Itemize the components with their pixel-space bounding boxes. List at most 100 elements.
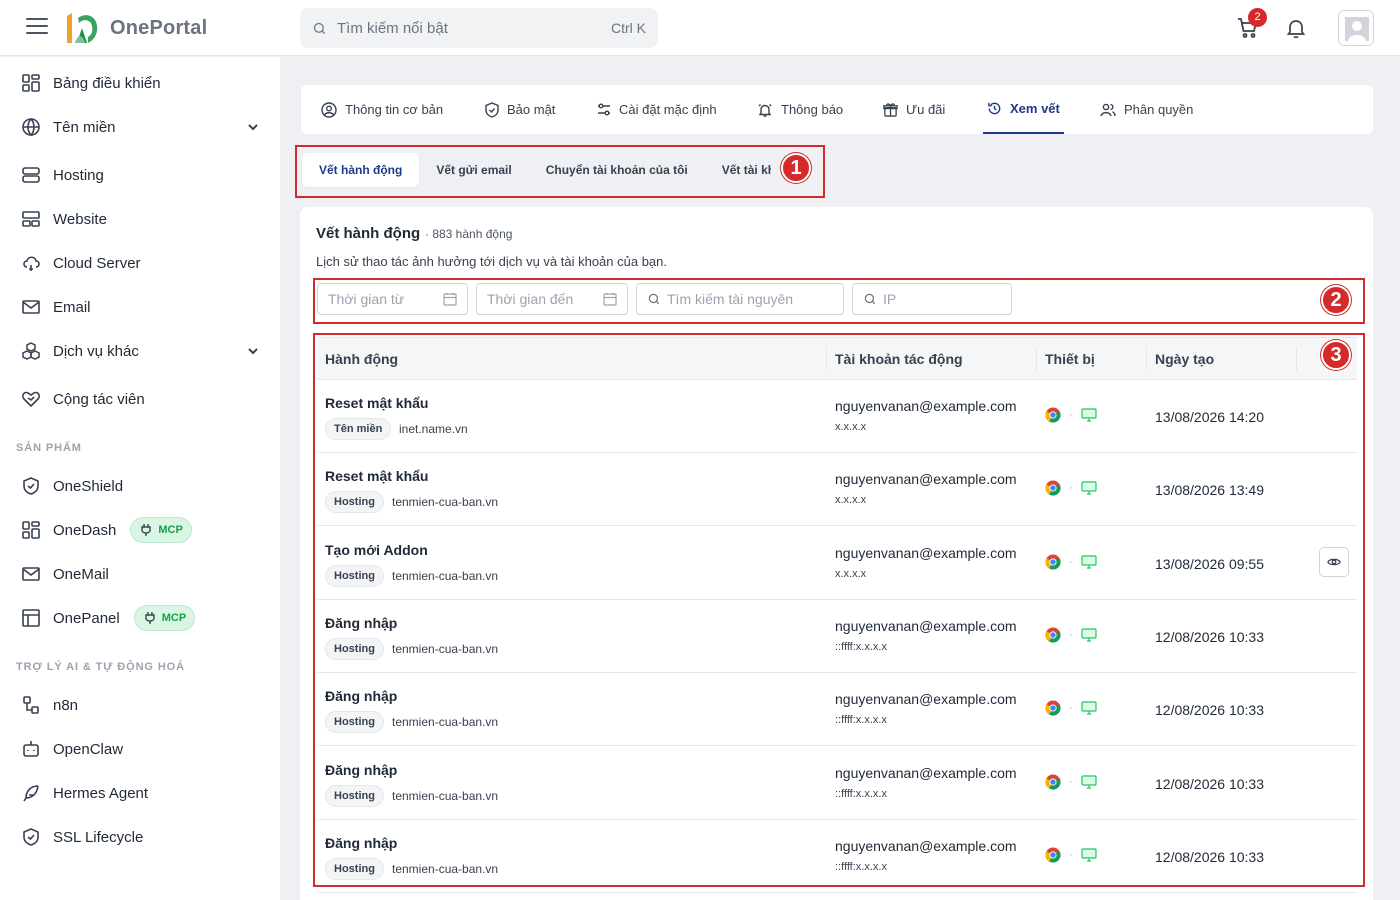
panel-title: Vết hành động <box>316 225 421 242</box>
sidebar-item-label: OneDash <box>53 521 117 539</box>
table-row[interactable]: Đăng nhập Hosting tenmien-cua-ban.vn ngu… <box>317 820 1357 893</box>
sidebar-item-hermes-agent[interactable]: Hermes Agent <box>0 773 280 813</box>
sidebar-item-label: OneMail <box>53 565 109 583</box>
settings-tabs: Thông tin cơ bản Bảo mật Cài đặt mặc địn… <box>301 85 1373 134</box>
resource-name[interactable]: tenmien-cua-ban.vn <box>392 715 498 729</box>
hamburger-menu-icon[interactable] <box>26 18 48 38</box>
resource-name[interactable]: tenmien-cua-ban.vn <box>392 495 498 509</box>
bell-icon <box>758 103 772 117</box>
table-row[interactable]: Tạo mới Addon Hosting tenmien-cua-ban.vn… <box>317 527 1357 600</box>
sidebar-item-label: Tên miền <box>53 118 116 136</box>
ip-address: ::ffff:x.x.x.x <box>835 640 887 653</box>
resource-name[interactable]: inet.name.vn <box>399 422 468 436</box>
resource-name[interactable]: tenmien-cua-ban.vn <box>392 569 498 583</box>
user-circle-icon <box>321 101 337 118</box>
created-date: 12/08/2026 10:33 <box>1155 628 1264 645</box>
created-date: 13/08/2026 14:20 <box>1155 409 1264 425</box>
chrome-icon <box>1045 847 1061 863</box>
chevron-down-icon <box>248 348 258 355</box>
search-icon <box>648 293 660 305</box>
resource-name[interactable]: tenmien-cua-ban.vn <box>392 642 498 656</box>
table-row[interactable]: Đăng nhập Hosting tenmien-cua-ban.vn ngu… <box>317 673 1357 747</box>
table-row[interactable]: Reset mật khẩu Tên miền inet.name.vn ngu… <box>317 380 1357 453</box>
globe-icon <box>20 116 42 138</box>
date-from-input[interactable] <box>328 291 443 307</box>
tab-offers[interactable]: Ưu đãi <box>883 85 945 134</box>
column-header-created-date: Ngày tạo <box>1146 347 1214 371</box>
desktop-icon <box>1081 481 1097 495</box>
view-detail-button[interactable] <box>1319 546 1349 577</box>
sidebar-item-onepanel[interactable]: OnePanel MCP <box>0 598 280 638</box>
cloud-icon <box>20 252 42 274</box>
sidebar-item-domains[interactable]: Tên miền <box>0 107 280 147</box>
action-title: Tạo mới Addon <box>325 541 428 558</box>
annotation-marker-1: 1 <box>781 153 811 183</box>
sidebar-item-openclaw[interactable]: OpenClaw <box>0 729 280 769</box>
device-info: · <box>1045 847 1097 863</box>
sidebar: Bảng điều khiển Tên miền Hosting Website… <box>0 57 280 900</box>
tab-label: Thông tin cơ bản <box>345 102 444 117</box>
chrome-icon <box>1045 554 1061 570</box>
sidebar-item-dashboard[interactable]: Bảng điều khiển <box>0 63 280 103</box>
table-row[interactable]: Đăng nhập Hosting tenmien-cua-ban.vn ngu… <box>317 600 1357 673</box>
resource-search-filter[interactable] <box>636 283 844 315</box>
sidebar-item-oneshield[interactable]: OneShield <box>0 466 280 506</box>
date-to-input[interactable] <box>487 291 603 307</box>
chrome-icon <box>1045 627 1061 643</box>
tab-audit-trail[interactable]: Xem vết <box>983 85 1064 134</box>
subtab-account-log[interactable]: Vết tài kho <box>705 153 771 187</box>
mcp-label: MCP <box>158 524 183 536</box>
logo[interactable]: OnePortal <box>64 10 207 46</box>
sidebar-item-affiliates[interactable]: Cộng tác viên <box>0 379 280 419</box>
global-search[interactable]: Ctrl K <box>300 8 658 48</box>
subtab-account-transfer[interactable]: Chuyển tài khoản của tôi <box>529 153 705 187</box>
chrome-icon <box>1045 480 1061 496</box>
subtab-email-log[interactable]: Vết gửi email <box>419 153 528 187</box>
sidebar-item-website[interactable]: Website <box>0 199 280 239</box>
resource-name[interactable]: tenmien-cua-ban.vn <box>392 862 498 876</box>
notification-bell-icon[interactable] <box>1284 16 1308 40</box>
subtab-action-log[interactable]: Vết hành động <box>302 153 420 187</box>
desktop-icon <box>1081 701 1097 715</box>
sidebar-item-hosting[interactable]: Hosting <box>0 155 280 195</box>
resource-name[interactable]: tenmien-cua-ban.vn <box>392 789 498 803</box>
sidebar-item-label: OpenClaw <box>53 740 124 758</box>
search-icon <box>313 22 325 34</box>
tab-notifications[interactable]: Thông báo <box>757 85 843 134</box>
annotation-marker-3: 3 <box>1321 340 1351 370</box>
tab-basic-info[interactable]: Thông tin cơ bản <box>321 85 443 134</box>
date-from-filter[interactable] <box>317 283 468 315</box>
date-to-filter[interactable] <box>476 283 628 315</box>
search-input[interactable] <box>337 19 611 37</box>
avatar[interactable] <box>1338 10 1374 46</box>
sidebar-item-other-services[interactable]: Dịch vụ khác <box>0 331 280 371</box>
logo-mark-icon <box>64 10 104 46</box>
mail-icon <box>20 296 42 318</box>
ip-filter[interactable] <box>852 283 1012 315</box>
sidebar-item-ssl-lifecycle[interactable]: SSL Lifecycle <box>0 817 280 857</box>
account-email: nguyenvanan@example.com <box>835 398 1017 414</box>
sidebar-item-cloud-server[interactable]: Cloud Server <box>0 243 280 283</box>
table-row[interactable]: Reset mật khẩu Hosting tenmien-cua-ban.v… <box>317 453 1357 527</box>
table-row[interactable]: Đăng nhập Hosting tenmien-cua-ban.vn ngu… <box>317 747 1357 820</box>
ip-address: x.x.x.x <box>835 421 867 433</box>
handshake-icon <box>20 388 42 410</box>
sidebar-item-onedash[interactable]: OneDash MCP <box>0 510 280 550</box>
created-date: 12/08/2026 10:33 <box>1155 702 1264 719</box>
account-email: nguyenvanan@example.com <box>835 471 1017 488</box>
tab-permissions[interactable]: Phân quyền <box>1100 85 1193 134</box>
sidebar-item-label: Hosting <box>53 166 104 184</box>
column-header-actions <box>1296 347 1305 371</box>
tab-security[interactable]: Bảo mật <box>485 85 555 134</box>
tab-label: Xem vết <box>1010 101 1060 116</box>
column-header-account: Tài khoản tác động <box>826 347 963 371</box>
sidebar-item-label: Hermes Agent <box>53 784 149 802</box>
sidebar-item-onemail[interactable]: OneMail <box>0 554 280 594</box>
ip-input[interactable] <box>883 291 1001 307</box>
sidebar-item-email[interactable]: Email <box>0 287 280 327</box>
device-info: · <box>1045 554 1097 570</box>
resource-search-input[interactable] <box>667 291 833 307</box>
tab-default-settings[interactable]: Cài đặt mặc định <box>597 85 717 134</box>
eye-icon <box>1327 558 1341 565</box>
sidebar-item-n8n[interactable]: n8n <box>0 685 280 725</box>
